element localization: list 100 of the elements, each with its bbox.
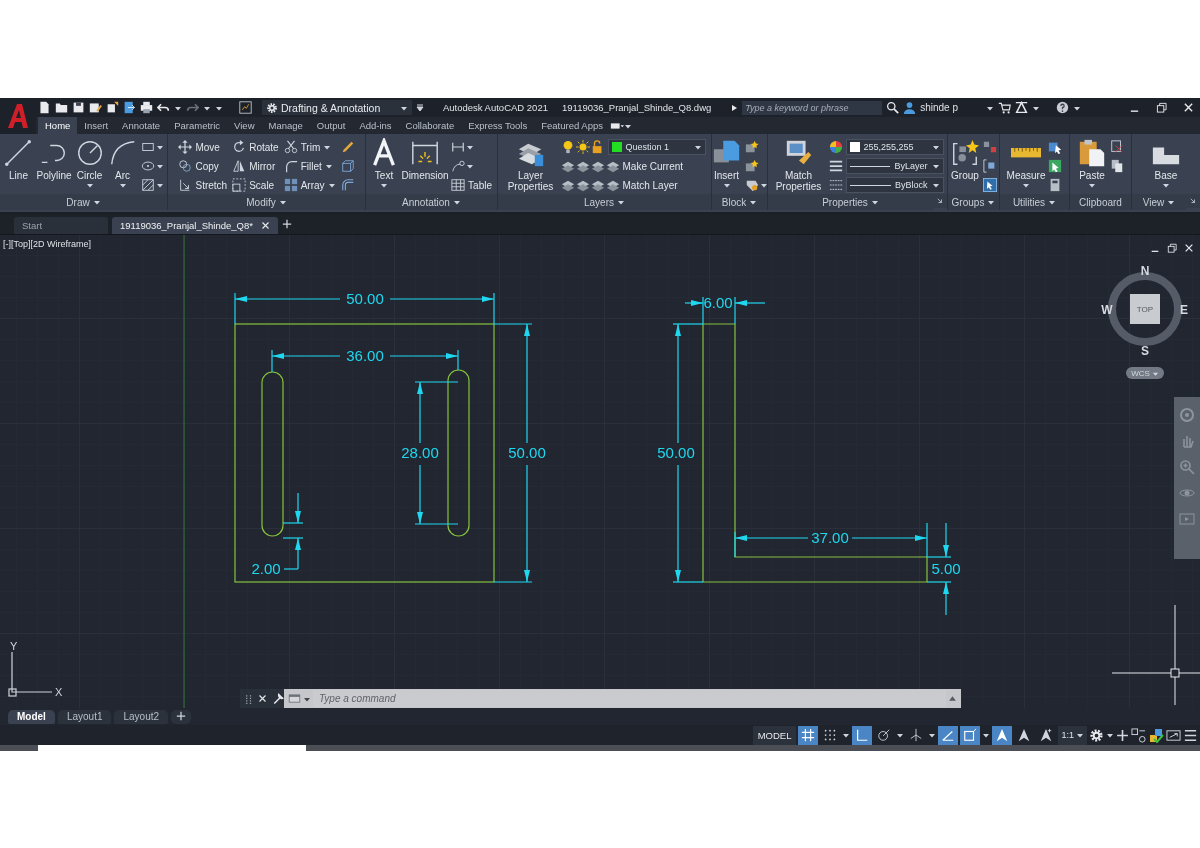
undo-icon[interactable] (157, 101, 170, 114)
printer-icon[interactable] (140, 101, 153, 114)
caret-icon[interactable] (466, 143, 475, 151)
select-all-icon[interactable] (1048, 159, 1063, 173)
panel-title[interactable]: Groups (948, 194, 999, 210)
ribbon-tab[interactable]: Home (38, 117, 78, 134)
dropdown-field[interactable]: ByBlock (845, 177, 944, 193)
caret-icon[interactable] (842, 731, 851, 739)
tool-button[interactable]: Line (3, 136, 34, 181)
horizontal-scrollbar[interactable] (0, 745, 1200, 751)
sun-icon[interactable] (575, 140, 590, 154)
tool-button[interactable]: Group (950, 136, 980, 181)
panel-title[interactable]: Clipboard (1070, 194, 1131, 210)
layer-icon[interactable] (560, 159, 575, 173)
pencil-icon[interactable] (340, 140, 355, 154)
document-tab[interactable]: Start (14, 217, 108, 234)
view-cube-face[interactable]: TOP (1130, 294, 1160, 324)
panel-title[interactable]: Properties (768, 194, 933, 210)
tool-button[interactable]: Mirror (232, 159, 276, 173)
offset-icon[interactable] (340, 178, 355, 192)
plus-icon[interactable] (176, 710, 187, 721)
block-edit-icon[interactable] (744, 140, 759, 154)
group-edit-icon[interactable] (983, 159, 997, 173)
dropdown-field[interactable]: ByLayer (845, 158, 944, 174)
tool-button[interactable]: Text (369, 136, 399, 189)
tool-button[interactable]: Stretch (178, 178, 228, 192)
isolate-icon[interactable] (1131, 727, 1146, 743)
hatch-icon[interactable] (140, 178, 155, 192)
panel-title[interactable]: Draw (0, 194, 167, 210)
tool-button[interactable]: Scale (232, 178, 275, 192)
dropdown-field[interactable]: 255,255,255 (845, 139, 944, 155)
tool-button[interactable]: Insert (711, 136, 742, 189)
fullscreen-icon[interactable] (1166, 727, 1181, 743)
layout-tab[interactable]: Layout1 (57, 709, 112, 724)
layer-icon[interactable] (590, 178, 605, 192)
new-file-icon[interactable] (38, 101, 51, 114)
tool-button[interactable]: Circle (74, 136, 105, 189)
plus-icon[interactable] (281, 219, 292, 229)
scrollbar-thumb[interactable] (38, 745, 306, 751)
customize-icon[interactable] (416, 103, 424, 112)
grid-icon[interactable] (798, 725, 819, 745)
caret-icon[interactable] (466, 162, 475, 170)
ribbon-tab[interactable]: Add-ins (352, 117, 399, 134)
panel-title[interactable]: Utilities (1000, 194, 1069, 210)
cart-icon[interactable] (998, 101, 1011, 114)
redo-icon[interactable] (186, 101, 199, 114)
caret-icon[interactable] (1106, 731, 1114, 739)
command-icon[interactable] (288, 692, 301, 705)
caret-icon[interactable] (155, 162, 164, 170)
ribbon-tab[interactable]: View (227, 117, 262, 134)
group-select-icon[interactable] (983, 178, 997, 192)
triangle-icon[interactable] (1015, 101, 1028, 114)
command-field[interactable]: Type a command (313, 690, 946, 707)
box-icon[interactable] (340, 159, 355, 173)
model-space-button[interactable]: MODEL (752, 725, 797, 745)
rectangle-icon[interactable] (140, 140, 155, 154)
copy-clip-icon[interactable] (1110, 159, 1124, 173)
layer-icon[interactable] (575, 178, 590, 192)
quick-select-icon[interactable] (1048, 140, 1063, 154)
close-icon[interactable] (258, 694, 267, 703)
tool-button[interactable]: Match Layer (605, 178, 678, 192)
tool-button[interactable]: Table (451, 178, 492, 192)
tool-button[interactable]: Match Properties (771, 136, 826, 192)
tool-button[interactable]: Make Current (605, 159, 684, 173)
grip-icon[interactable] (243, 693, 253, 704)
caret-icon[interactable] (155, 181, 164, 189)
ortho-icon[interactable] (852, 725, 873, 745)
block-attribute-icon[interactable] (744, 178, 759, 192)
layout-tab[interactable]: Model (8, 709, 55, 724)
launcher-icon[interactable] (933, 194, 947, 208)
leader-icon[interactable] (451, 159, 466, 173)
panel-title[interactable]: Block (712, 194, 767, 210)
caret-icon[interactable] (155, 143, 164, 151)
tool-button[interactable]: Polyline (36, 136, 72, 181)
search-field[interactable]: Type a keyword or phrase (742, 100, 883, 115)
tool-button[interactable]: Rotate (232, 140, 279, 154)
share-icon[interactable] (123, 101, 136, 114)
search-icon[interactable] (886, 101, 900, 114)
ribbon-tab[interactable]: Insert (77, 117, 116, 134)
workspace-menu[interactable]: Drafting & Annotation (262, 100, 412, 115)
panel-title[interactable]: Modify (168, 194, 365, 210)
layout-tab[interactable]: Layout2 (114, 709, 169, 724)
tool-button[interactable]: Array (283, 178, 336, 192)
panel-title[interactable]: Annotation (366, 194, 497, 210)
document-tab[interactable]: 19119036_Pranjal_Shinde_Q8* (112, 217, 278, 234)
viewport-label[interactable]: [-][Top][2D Wireframe] (3, 239, 92, 249)
ribbon-tab[interactable]: Annotate (115, 117, 168, 134)
layer-icon[interactable] (575, 159, 590, 173)
floppy-icon[interactable] (72, 101, 85, 114)
restore-icon[interactable] (1156, 102, 1167, 113)
otrack-icon[interactable] (938, 725, 959, 745)
annotation-scale-button[interactable]: 1:1 (1058, 725, 1087, 745)
panel-title[interactable]: Layers (498, 194, 711, 210)
hardware-icon[interactable] (1148, 727, 1164, 743)
help-icon[interactable] (1056, 101, 1069, 114)
annotation-icon[interactable] (992, 725, 1013, 745)
app-logo[interactable] (7, 103, 29, 129)
tool-button[interactable]: Fillet (283, 159, 333, 173)
ribbon-tab[interactable]: Featured Apps (534, 117, 610, 134)
tool-button[interactable]: Base (1151, 136, 1181, 189)
